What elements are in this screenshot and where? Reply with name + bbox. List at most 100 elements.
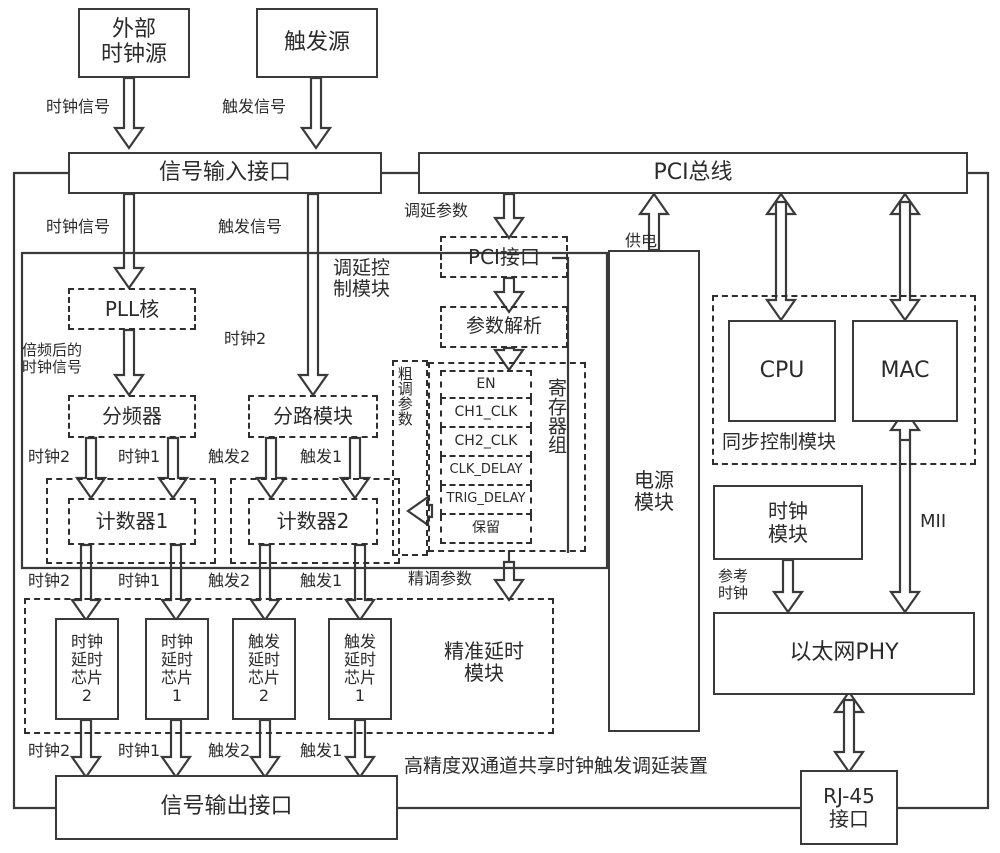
mac-box: MAC: [852, 320, 958, 422]
label-clock2-top: 时钟2: [224, 329, 267, 348]
label-fine-param: 精调参数: [408, 569, 473, 588]
label-trg1-b: 触发1: [300, 571, 343, 590]
power-module-box: 电源 模块: [608, 250, 700, 732]
counter1-label: 计数器1: [95, 509, 169, 534]
label-delay-param: 调延参数: [404, 201, 469, 220]
label-multiplied-clock: 倍频后的 时钟信号: [22, 342, 82, 375]
label-trg2-b: 触发2: [208, 571, 251, 590]
ethernet-phy-box: 以太网PHY: [713, 612, 975, 695]
delay-control-module-title: 调延控 制模块: [333, 258, 405, 300]
delay-chip-line: 时钟: [160, 632, 193, 652]
power-module-line2: 模块: [634, 490, 674, 514]
pci-interface-label: PCI接口: [468, 244, 540, 269]
signal-input-interface-box: 信号输入接口: [68, 152, 382, 194]
label-clock-signal-top: 时钟信号: [46, 97, 111, 116]
delay-chip-line: 延时: [160, 650, 193, 670]
register-list: EN CH1_CLK CH2_CLK CLK_DELAY TRIG_DELAY 保留: [440, 370, 532, 544]
label-trg1-c: 触发1: [300, 741, 343, 760]
splitter-module-box: 分路模块: [248, 395, 378, 438]
label-power-supply: 供电: [625, 231, 658, 250]
label-multiplied-clock-line2: 时钟信号: [22, 357, 83, 376]
external-clock-source-line1: 外部: [111, 17, 156, 43]
delay-chip-line: 触发: [343, 632, 376, 652]
cpu-label: CPU: [759, 357, 805, 383]
precise-delay-module-title: 精准延时 模块: [424, 640, 544, 684]
trigger-source-label: 触发源: [283, 29, 350, 55]
pci-bus-label: PCI总线: [653, 159, 733, 185]
delay-chip-line: 芯片: [343, 668, 376, 687]
delay-chip-line: 2: [258, 685, 270, 705]
block-diagram-canvas: .ln{stroke:#3a3a3a;stroke-width:2.2;fill…: [0, 0, 1000, 853]
label-mii: MII: [920, 511, 947, 532]
delay-chip-line: 时钟: [70, 632, 103, 652]
register-row: CH2_CLK: [440, 428, 532, 457]
label-clk1-b: 时钟1: [118, 571, 161, 590]
param-parse-label: 参数解析: [465, 315, 542, 338]
label-reference-clock: 参考 时钟: [718, 568, 748, 601]
register-group-label: 寄存器组: [544, 378, 567, 454]
counter2-box: 计数器2: [248, 498, 378, 545]
delay-chip-line: 触发: [247, 632, 280, 652]
delay-chip-line: 延时: [343, 650, 376, 670]
delay-chip-line: 1: [171, 685, 183, 705]
frequency-divider-box: 分频器: [68, 395, 196, 438]
clock-module-box: 时钟 模块: [713, 485, 863, 560]
label-clk2-b: 时钟2: [28, 571, 71, 590]
pll-core-box: PLL核: [68, 288, 196, 330]
delay-chip-box: 触发 延时 芯片 2: [232, 618, 296, 720]
delay-chip-line: 1: [354, 685, 366, 705]
label-clk1-a: 时钟1: [118, 447, 161, 466]
diagram-caption: 高精度双通道共享时钟触发调延装置: [404, 755, 709, 777]
label-clk2-a: 时钟2: [28, 447, 71, 466]
external-clock-source-box: 外部 时钟源: [78, 8, 190, 78]
cpu-box: CPU: [728, 320, 836, 422]
signal-input-interface-label: 信号输入接口: [158, 159, 291, 185]
param-parse-box: 参数解析: [440, 306, 568, 348]
register-row: 保留: [440, 515, 532, 544]
rj45-interface-box: RJ-45 接口: [800, 770, 898, 845]
label-multiplied-clock-line1: 倍频后的: [22, 341, 83, 359]
label-reference-clock-line1: 参考: [718, 567, 749, 585]
label-trigger-signal-top: 触发信号: [222, 97, 287, 116]
label-trg2-a: 触发2: [208, 447, 251, 466]
rj45-line1: RJ-45: [823, 784, 875, 809]
external-clock-source-line2: 时钟源: [100, 42, 167, 67]
signal-output-interface-box: 信号输出接口: [55, 775, 398, 840]
sync-control-module-label: 同步控制模块: [722, 431, 837, 453]
label-reference-clock-line2: 时钟: [718, 583, 749, 602]
precise-delay-module-line2: 模块: [464, 661, 504, 685]
label-clk1-c: 时钟1: [118, 741, 161, 760]
mac-label: MAC: [880, 357, 930, 383]
register-row: CLK_DELAY: [440, 457, 532, 486]
delay-chip-line: 芯片: [70, 668, 103, 687]
counter1-box: 计数器1: [68, 498, 196, 545]
power-module-line1: 电源: [634, 467, 674, 492]
label-clk2-c: 时钟2: [28, 741, 71, 760]
delay-chip-line: 2: [81, 685, 93, 705]
delay-chip-line: 芯片: [247, 668, 280, 687]
pci-bus-box: PCI总线: [418, 152, 968, 194]
pci-interface-box: PCI接口: [440, 236, 568, 278]
delay-chip-line: 芯片: [160, 668, 193, 687]
clock-module-line2: 模块: [768, 521, 808, 546]
label-coarse-param: 粗调参数: [395, 366, 414, 426]
label-trg2-c: 触发2: [208, 741, 251, 760]
delay-chip-line: 延时: [70, 650, 103, 670]
delay-chip-line: 延时: [247, 650, 280, 670]
label-clock-signal-mid: 时钟信号: [46, 217, 111, 236]
counter2-label: 计数器2: [276, 509, 350, 534]
delay-control-module-line2: 制模块: [333, 277, 391, 300]
splitter-module-label: 分路模块: [273, 404, 353, 429]
delay-chip-box: 时钟 延时 芯片 1: [145, 618, 209, 720]
label-trigger-signal-mid: 触发信号: [218, 217, 283, 236]
register-row: TRIG_DELAY: [440, 486, 532, 515]
pll-core-label: PLL核: [104, 296, 160, 321]
register-row: CH1_CLK: [440, 399, 532, 428]
delay-chip-box: 触发 延时 芯片 1: [328, 618, 392, 720]
rj45-line2: 接口: [829, 806, 869, 831]
precise-delay-module-line1: 精准延时: [444, 639, 524, 663]
delay-chip-box: 时钟 延时 芯片 2: [55, 618, 119, 720]
clock-module-line1: 时钟: [768, 499, 808, 524]
signal-output-interface-label: 信号输出接口: [160, 794, 293, 820]
ethernet-phy-label: 以太网PHY: [789, 640, 899, 666]
